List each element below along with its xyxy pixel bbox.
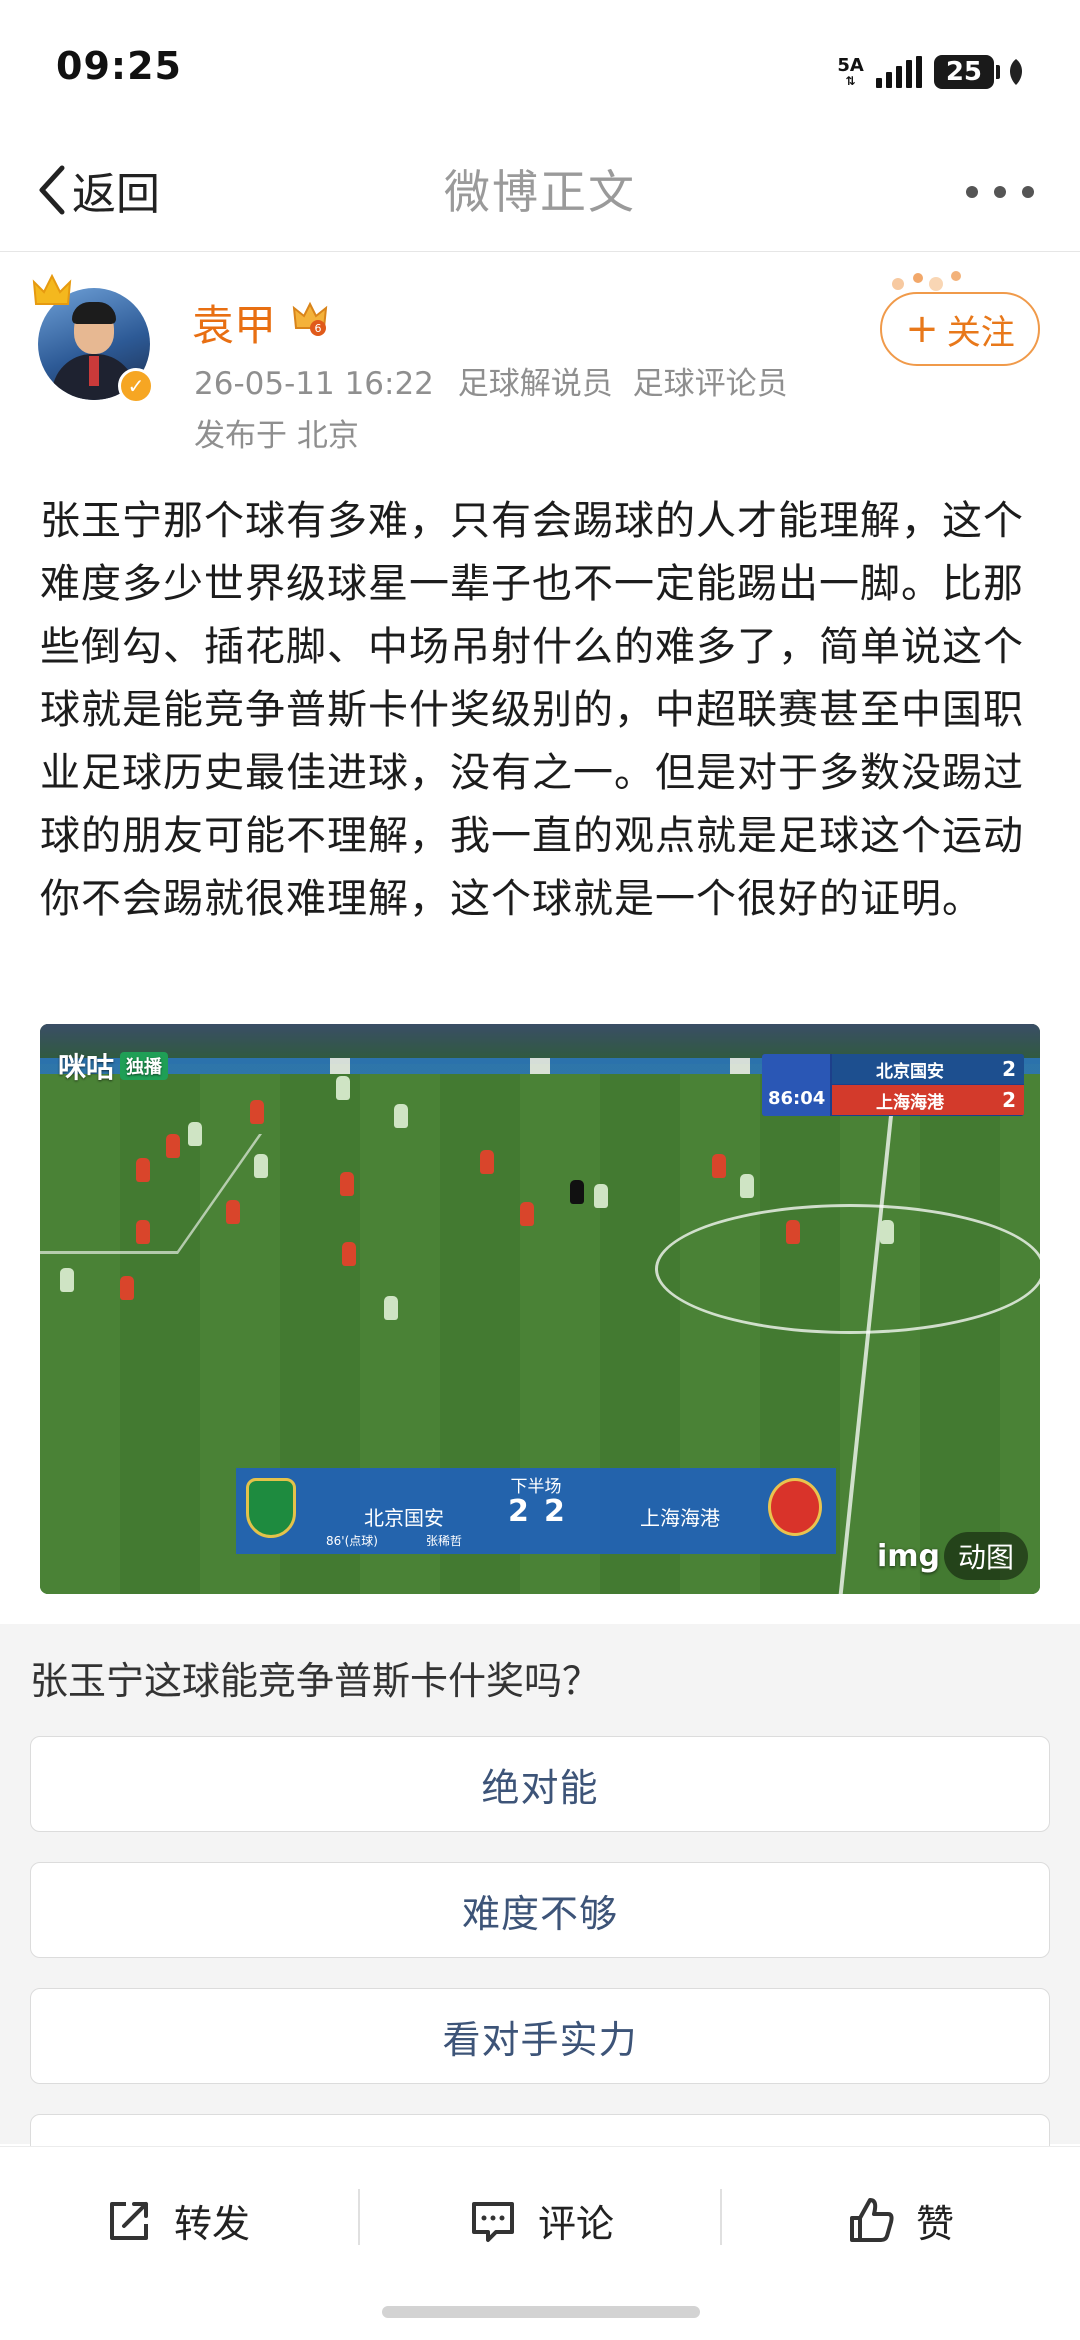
repost-label: 转发	[174, 2202, 251, 2246]
signal-icon	[875, 56, 922, 88]
author-tag: 足球解说员	[457, 366, 613, 402]
comment-button[interactable]: 评论	[468, 2193, 614, 2248]
vip-crown-icon[interactable]: 6	[290, 298, 330, 338]
player-green	[254, 1154, 268, 1178]
broadcaster-watermark: 咪咕 独播	[58, 1046, 169, 1086]
divider	[720, 2189, 722, 2245]
post-body: 张玉宁那个球有多难，只有会踢球的人才能理解，这个难度多少世界级球星一辈子也不一定…	[40, 498, 1024, 922]
more-button[interactable]	[966, 186, 1034, 198]
away-team: 上海海港	[876, 1092, 944, 1113]
poll-option[interactable]: 看对手实力	[30, 1988, 1050, 2084]
home-score: 2	[508, 1494, 529, 1529]
like-button[interactable]: 赞	[846, 2193, 954, 2248]
player-green	[336, 1076, 350, 1100]
page-title: 微博正文	[444, 165, 636, 219]
more-dot-icon	[994, 186, 1006, 198]
thumbs-up-icon	[850, 2197, 894, 2242]
status-icons: 5A ⇅ 25	[837, 50, 1026, 94]
player-red	[226, 1200, 240, 1224]
center-circle	[655, 1204, 1040, 1334]
plus-icon: +	[905, 306, 939, 352]
scoreboard-bottom: 下半场 北京国安 2 2 上海海港 86'(点球) 张稀哲	[236, 1468, 836, 1554]
player-red	[136, 1220, 150, 1244]
home-team: 北京国安	[364, 1506, 444, 1530]
broadcaster-name: 咪咕	[58, 1051, 115, 1084]
goal-scorer: 张稀哲	[426, 1534, 463, 1548]
scoreboard-away-row: 上海海港 2	[832, 1085, 1024, 1115]
poll-option[interactable]: 难度不够	[30, 1862, 1050, 1958]
referee	[570, 1180, 584, 1204]
comment-label: 评论	[538, 2202, 615, 2246]
player-green	[594, 1184, 608, 1208]
away-score: 2	[1002, 1088, 1016, 1112]
player-green	[384, 1296, 398, 1320]
player-red	[340, 1172, 354, 1196]
author-name[interactable]: 袁甲	[192, 292, 276, 353]
comment-icon	[472, 2201, 514, 2242]
player-green	[60, 1268, 74, 1292]
status-time: 09:25	[56, 44, 182, 88]
player-green	[188, 1122, 202, 1146]
author-tag: 足球评论员	[632, 366, 788, 402]
divider	[358, 2189, 360, 2245]
match-period: 下半场	[510, 1477, 562, 1497]
post-meta: 26-05-11 16:22 足球解说员 足球评论员	[194, 358, 788, 403]
away-team: 上海海港	[640, 1506, 720, 1530]
battery-indicator: 25	[933, 55, 1001, 89]
broadcaster-tag: 独播	[120, 1052, 169, 1080]
avatar[interactable]: ✓	[32, 274, 156, 406]
like-label: 赞	[916, 2202, 955, 2246]
more-dot-icon	[966, 186, 978, 198]
gif-label: img 动图	[877, 1532, 1028, 1580]
repost-button[interactable]: 转发	[104, 2193, 250, 2248]
gif-brand: img	[876, 1538, 940, 1574]
verified-badge-icon: ✓	[118, 368, 154, 404]
player-red	[712, 1154, 726, 1178]
svg-text:6: 6	[315, 322, 322, 335]
player-green	[740, 1174, 754, 1198]
player-red	[166, 1134, 180, 1158]
leaf-icon	[1010, 59, 1022, 85]
player-green	[880, 1220, 894, 1244]
status-bar: 09:25 5A ⇅ 25	[0, 0, 1080, 130]
away-score: 2	[544, 1494, 565, 1529]
player-red	[342, 1242, 356, 1266]
player-red	[120, 1276, 134, 1300]
poll-option[interactable]: 绝对能	[30, 1736, 1050, 1832]
network-label: 5A	[837, 55, 864, 76]
crown-icon	[32, 274, 72, 305]
more-dot-icon	[1022, 186, 1034, 198]
player-red	[250, 1100, 264, 1124]
home-team: 北京国安	[876, 1061, 944, 1082]
player-red	[480, 1150, 494, 1174]
player-red	[786, 1220, 800, 1244]
player-red	[520, 1202, 534, 1226]
goal-minute: 86'(点球)	[326, 1534, 378, 1548]
data-arrows-icon: ⇅	[845, 74, 856, 88]
scoreboard-top: 86:04 北京国安 2 上海海港 2	[762, 1054, 1024, 1116]
repost-icon	[110, 2201, 148, 2240]
player-red	[136, 1158, 150, 1182]
match-clock: 86:04	[768, 1088, 826, 1109]
follow-label: 关注	[946, 312, 1015, 353]
network-type: 5A ⇅	[837, 55, 864, 88]
scoreboard-home-row: 北京国安 2	[832, 1054, 1024, 1084]
nav-bar: 返回 微博正文	[0, 130, 1080, 252]
poll-question: 张玉宁这球能竞争普斯卡什奖吗？	[30, 1659, 601, 1703]
home-indicator[interactable]	[382, 2306, 700, 2318]
post-media-gif[interactable]: 咪咕 独播 86:04 北京国安 2 上海海港 2 下半场 北京国安 2 2 上…	[40, 1024, 1040, 1594]
post-location: 发布于 北京	[194, 418, 359, 454]
gif-badge: 动图	[943, 1532, 1028, 1580]
post-datetime: 26-05-11 16:22	[194, 366, 434, 402]
follow-button[interactable]: + 关注	[880, 292, 1040, 366]
home-score: 2	[1002, 1057, 1016, 1081]
player-green	[394, 1104, 408, 1128]
